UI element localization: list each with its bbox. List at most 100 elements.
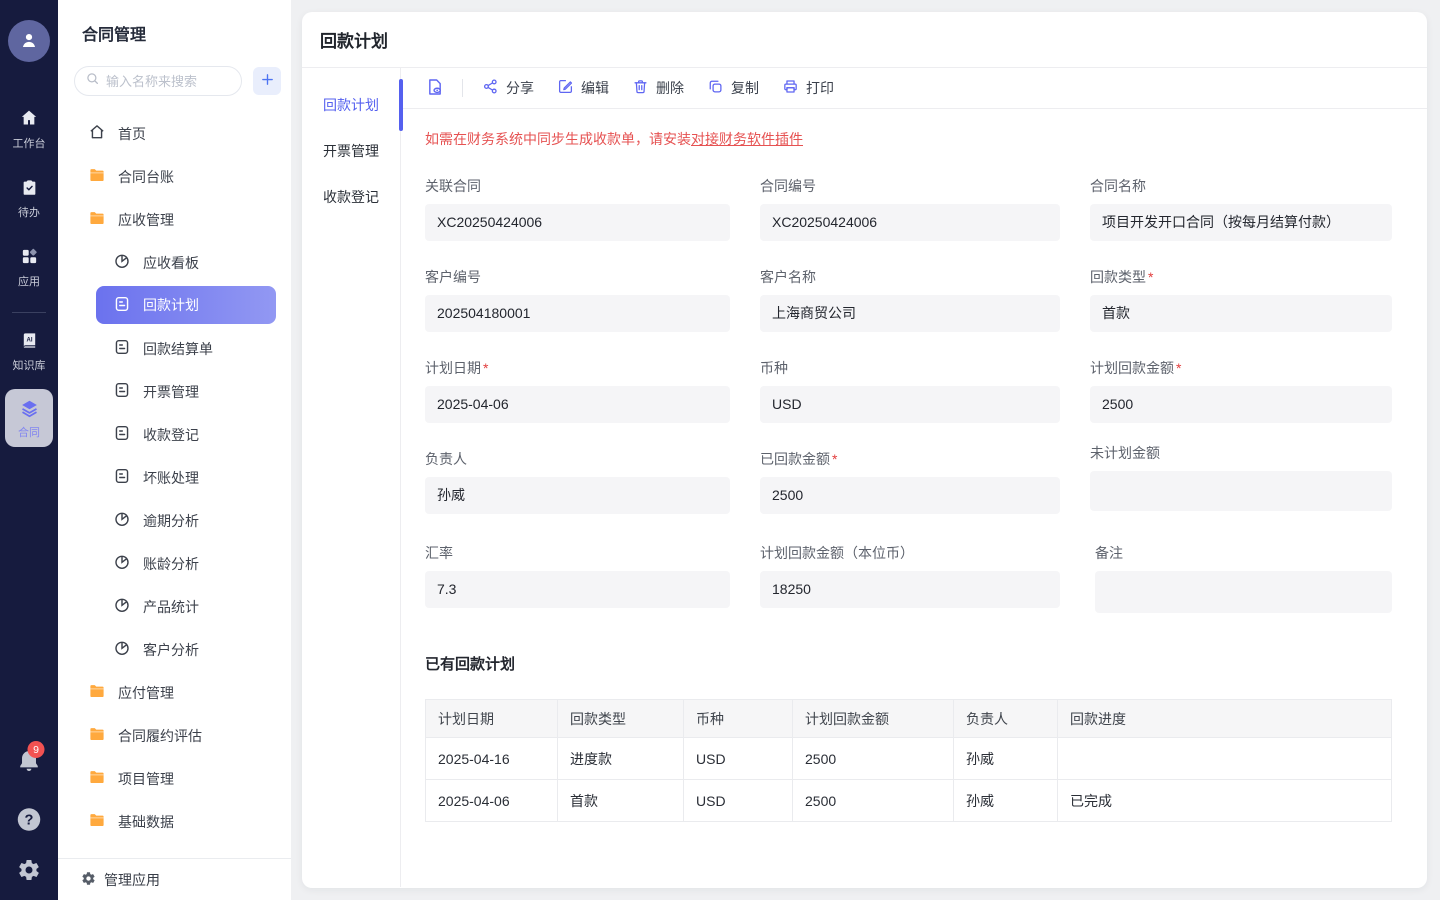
- sidebar-item-customer-analysis[interactable]: 客户分析: [58, 628, 291, 671]
- field-value: 2500: [760, 477, 1060, 514]
- edit-button[interactable]: 编辑: [557, 78, 609, 98]
- sidebar-item-receivable-mgmt[interactable]: 应收管理: [58, 198, 291, 241]
- svg-text:?: ?: [25, 813, 34, 829]
- field-label: 合同编号: [760, 178, 816, 194]
- plan-table: 计划日期 回款类型 币种 计划回款金额 负责人 回款进度 2025-04-16 …: [425, 699, 1392, 822]
- field-label: 关联合同: [425, 178, 481, 194]
- manage-apps-label: 管理应用: [104, 870, 160, 890]
- plus-icon: [260, 72, 275, 90]
- trash-icon: [632, 78, 649, 98]
- search-input[interactable]: [106, 74, 231, 89]
- sidebar-item-invoice-mgmt[interactable]: 开票管理: [58, 370, 291, 413]
- tab-receipt-register[interactable]: 收款登记: [302, 174, 400, 220]
- detail-tabs: 回款计划 开票管理 收款登记: [302, 68, 401, 887]
- manage-apps-button[interactable]: 管理应用: [58, 858, 291, 900]
- toolbar: 分享 编辑 删除 复制 打印: [401, 68, 1427, 109]
- required-mark: *: [1176, 360, 1181, 376]
- field-label: 合同名称: [1090, 178, 1146, 194]
- avatar[interactable]: [8, 20, 50, 62]
- field-value: 202504180001: [425, 295, 730, 332]
- table-row[interactable]: 2025-04-16 进度款 USD 2500 孙威: [426, 738, 1392, 780]
- cell-plan-date: 2025-04-16: [426, 738, 558, 780]
- sidebar-item-home[interactable]: 首页: [58, 112, 291, 155]
- field-contract-name: 合同名称 项目开发开口合同（按每月结算付款）: [1090, 176, 1392, 241]
- col-header-currency: 币种: [684, 700, 793, 738]
- sidebar-item-contract-evaluation[interactable]: 合同履约评估: [58, 714, 291, 757]
- col-header-owner: 负责人: [954, 700, 1058, 738]
- sidebar-item-receipt-register[interactable]: 收款登记: [58, 413, 291, 456]
- delete-button[interactable]: 删除: [632, 78, 684, 98]
- sidebar-item-label: 逾期分析: [143, 511, 199, 531]
- field-label: 未计划金额: [1090, 445, 1160, 461]
- sidebar-item-label: 回款计划: [143, 295, 199, 315]
- document-icon: [113, 424, 131, 445]
- sidebar-item-base-data[interactable]: 基础数据: [58, 800, 291, 843]
- sidebar-item-label: 账龄分析: [143, 554, 199, 574]
- plugin-link[interactable]: 对接财务软件插件: [691, 131, 803, 147]
- search-icon: [85, 71, 100, 91]
- document-icon: [113, 338, 131, 359]
- sidebar-item-receivable-board[interactable]: 应收看板: [58, 241, 291, 284]
- tab-invoice-mgmt[interactable]: 开票管理: [302, 128, 400, 174]
- field-label: 计划回款金额: [1090, 360, 1174, 376]
- delete-label: 删除: [656, 78, 684, 98]
- edit-icon: [557, 78, 574, 98]
- document-icon: [113, 295, 131, 316]
- sidebar-item-payment-plan[interactable]: 回款计划: [96, 286, 276, 324]
- sidebar-item-label: 回款结算单: [143, 339, 213, 359]
- sidebar-item-contract-ledger[interactable]: 合同台账: [58, 155, 291, 198]
- field-value: [1095, 571, 1392, 613]
- rail-item-knowledge[interactable]: AI 知识库: [13, 331, 46, 372]
- sidebar-item-label: 开票管理: [143, 382, 199, 402]
- page-title: 回款计划: [302, 12, 1427, 68]
- sidebar-item-label: 合同台账: [118, 167, 174, 187]
- preview-button[interactable]: [425, 77, 445, 100]
- sidebar-item-label: 产品统计: [143, 597, 199, 617]
- pie-chart-icon: [113, 553, 131, 574]
- rail-item-workbench[interactable]: 工作台: [13, 108, 46, 150]
- rail-item-label: 待办: [18, 207, 40, 219]
- rail-item-label: 工作台: [13, 138, 46, 150]
- sidebar-item-bad-debt[interactable]: 坏账处理: [58, 456, 291, 499]
- col-header-plan-date: 计划日期: [426, 700, 558, 738]
- print-button[interactable]: 打印: [782, 78, 834, 98]
- rail-item-todo[interactable]: 待办: [18, 178, 40, 219]
- sidebar-item-payable-mgmt[interactable]: 应付管理: [58, 671, 291, 714]
- field-value: 18250: [760, 571, 1060, 608]
- sidebar-item-label: 客户分析: [143, 640, 199, 660]
- field-value: 7.3: [425, 571, 730, 608]
- field-payment-type: 回款类型* 首款: [1090, 267, 1392, 332]
- print-icon: [782, 78, 799, 98]
- settings-button[interactable]: [17, 858, 41, 887]
- notifications-button[interactable]: 9: [16, 748, 43, 780]
- sidebar-item-payment-settlement[interactable]: 回款结算单: [58, 327, 291, 370]
- sidebar-item-product-stats[interactable]: 产品统计: [58, 585, 291, 628]
- cell-planned-amount: 2500: [793, 738, 954, 780]
- folder-icon: [88, 209, 106, 230]
- notice-text: 如需在财务系统中同步生成收款单，请安装: [425, 131, 691, 147]
- field-related-contract: 关联合同 XC20250424006: [425, 176, 730, 241]
- bell-icon: [16, 762, 43, 779]
- rail-item-apps[interactable]: 应用: [18, 247, 40, 288]
- copy-button[interactable]: 复制: [707, 78, 759, 98]
- table-row[interactable]: 2025-04-06 首款 USD 2500 孙威 已完成: [426, 780, 1392, 822]
- field-value: 上海商贸公司: [760, 295, 1060, 332]
- folder-icon: [88, 768, 106, 789]
- help-button[interactable]: ?: [16, 806, 43, 838]
- folder-icon: [88, 682, 106, 703]
- tab-payment-plan[interactable]: 回款计划: [302, 82, 400, 128]
- layers-icon: [19, 398, 40, 424]
- sidebar-item-overdue-analysis[interactable]: 逾期分析: [58, 499, 291, 542]
- sidebar-item-project-mgmt[interactable]: 项目管理: [58, 757, 291, 800]
- add-button[interactable]: [253, 67, 281, 95]
- search-box[interactable]: [74, 66, 242, 96]
- share-button[interactable]: 分享: [482, 78, 534, 98]
- sidebar-item-aging-analysis[interactable]: 账龄分析: [58, 542, 291, 585]
- rail-item-contract[interactable]: 合同: [5, 389, 53, 447]
- field-unplanned-amount: 未计划金额: [1090, 443, 1392, 511]
- home-icon: [19, 108, 39, 133]
- sidebar-item-label: 坏账处理: [143, 468, 199, 488]
- toolbar-divider: [462, 79, 463, 97]
- field-label: 客户编号: [425, 269, 481, 285]
- field-plan-date: 计划日期* 2025-04-06: [425, 358, 730, 423]
